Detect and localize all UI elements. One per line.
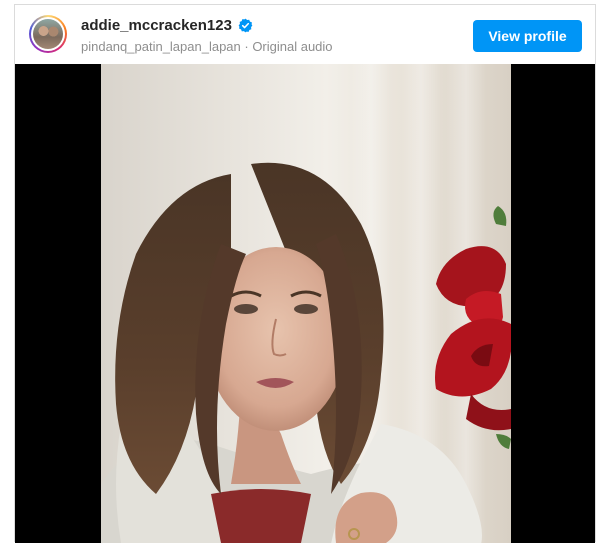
post-header: addie_mccracken123 pindanq_patin_lapan_l… <box>15 5 595 64</box>
instagram-embed-card: addie_mccracken123 pindanq_patin_lapan_l… <box>14 4 596 543</box>
video-player[interactable] <box>15 64 595 543</box>
username-link[interactable]: addie_mccracken123 <box>81 17 232 34</box>
video-frame[interactable] <box>101 64 511 543</box>
verified-badge-icon <box>238 18 253 33</box>
view-profile-button[interactable]: View profile <box>473 20 582 52</box>
audio-attribution[interactable]: pindanq_patin_lapan_lapan · Original aud… <box>81 39 333 54</box>
video-still <box>101 162 511 543</box>
avatar-photo <box>33 19 63 49</box>
user-row: addie_mccracken123 <box>81 17 253 34</box>
rose <box>435 206 511 449</box>
avatar[interactable] <box>29 15 67 53</box>
